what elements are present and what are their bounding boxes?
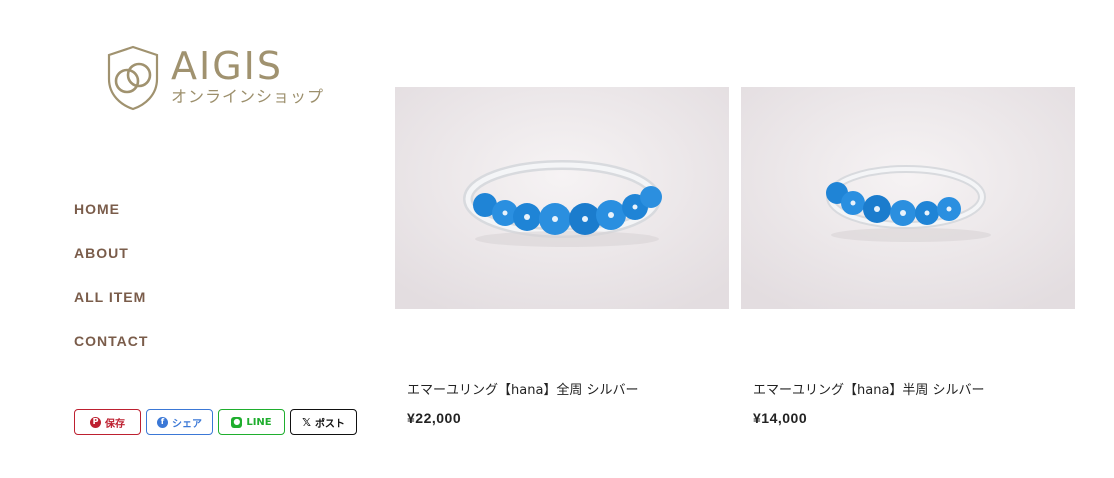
- nav-link-about[interactable]: ABOUT: [74, 244, 129, 262]
- x-icon: 𝕏: [302, 415, 311, 429]
- nav-item-all-item: ALL ITEM: [74, 287, 148, 331]
- shield-rings-icon: [107, 45, 159, 111]
- ring-full-image: [395, 87, 729, 309]
- brand-name: AIGIS: [171, 44, 283, 88]
- nav-link-home[interactable]: HOME: [74, 200, 120, 218]
- share-buttons: P 保存 f シェア ● LINE 𝕏 ポスト: [74, 409, 357, 435]
- line-icon: ●: [231, 416, 243, 428]
- product-card[interactable]: エマーユリング【hana】半周 シルバー ¥14,000: [741, 87, 1075, 426]
- ring-half-image: [741, 87, 1075, 309]
- site-logo[interactable]: AIGIS オンラインショップ: [105, 45, 335, 115]
- pinterest-save-label: 保存: [105, 418, 125, 430]
- nav-link-all-item[interactable]: ALL ITEM: [74, 288, 146, 306]
- brand-tagline: オンラインショップ: [171, 87, 325, 106]
- product-name[interactable]: エマーユリング【hana】半周 シルバー: [753, 379, 985, 398]
- pinterest-icon: P: [90, 416, 101, 428]
- nav-link-contact[interactable]: CONTACT: [74, 332, 148, 350]
- line-share-label: LINE: [246, 416, 272, 428]
- x-post-label: ポスト: [314, 418, 345, 430]
- facebook-share-label: シェア: [172, 418, 202, 430]
- line-share-button[interactable]: ● LINE: [218, 409, 285, 435]
- nav-item-home: HOME: [74, 199, 148, 243]
- product-image[interactable]: [741, 87, 1075, 309]
- pinterest-save-button[interactable]: P 保存: [74, 409, 141, 435]
- x-post-button[interactable]: 𝕏 ポスト: [290, 409, 357, 435]
- page: AIGIS オンラインショップ HOME ABOUT ALL ITEM CONT…: [0, 0, 1114, 478]
- nav-item-contact: CONTACT: [74, 331, 148, 375]
- facebook-icon: f: [157, 416, 168, 428]
- nav-item-about: ABOUT: [74, 243, 148, 287]
- product-image[interactable]: [395, 87, 729, 309]
- product-price: ¥14,000: [753, 410, 808, 426]
- product-card[interactable]: エマーユリング【hana】全周 シルバー ¥22,000: [395, 87, 729, 426]
- product-name[interactable]: エマーユリング【hana】全周 シルバー: [407, 379, 639, 398]
- main-nav: HOME ABOUT ALL ITEM CONTACT: [74, 199, 148, 375]
- product-price: ¥22,000: [407, 410, 462, 426]
- facebook-share-button[interactable]: f シェア: [146, 409, 213, 435]
